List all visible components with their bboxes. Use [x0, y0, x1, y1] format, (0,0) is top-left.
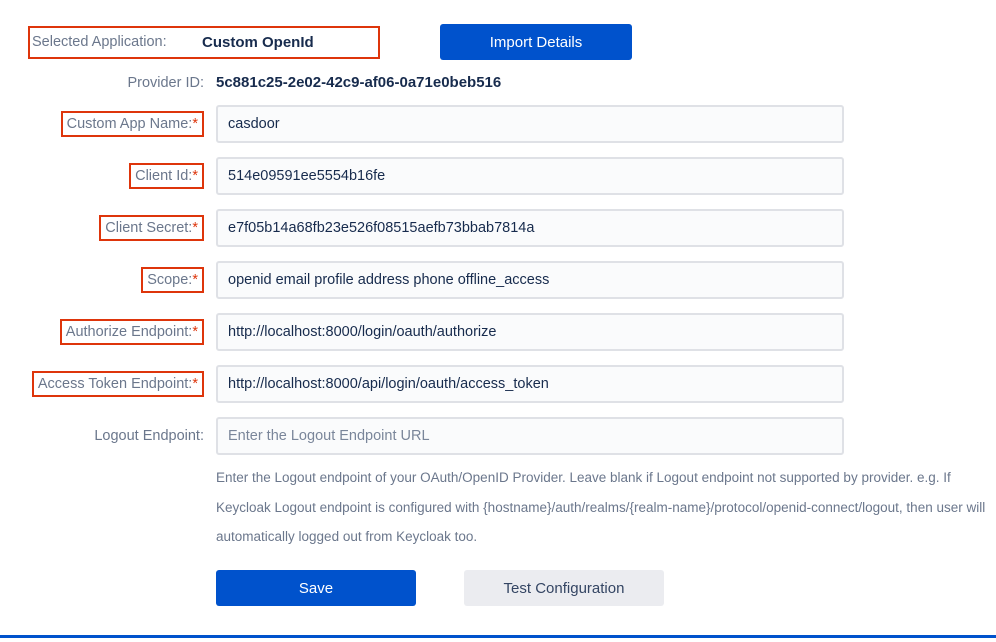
custom-app-name-input[interactable] [216, 105, 844, 143]
authorize-endpoint-label: Authorize Endpoint:* [60, 319, 204, 345]
client-secret-input[interactable] [216, 209, 844, 247]
import-details-button[interactable]: Import Details [440, 24, 632, 60]
client-id-label: Client Id:* [129, 163, 204, 189]
client-id-input[interactable] [216, 157, 844, 195]
save-button[interactable]: Save [216, 570, 416, 606]
client-secret-label: Client Secret:* [99, 215, 204, 241]
logout-endpoint-label: Logout Endpoint: [0, 428, 210, 444]
access-token-endpoint-input[interactable] [216, 365, 844, 403]
selected-application-highlight: Selected Application: Custom OpenId [28, 26, 380, 59]
bottom-accent-line [0, 635, 996, 638]
test-configuration-button[interactable]: Test Configuration [464, 570, 664, 606]
selected-application-value: Custom OpenId [202, 34, 314, 51]
scope-label: Scope:* [141, 267, 204, 293]
authorize-endpoint-input[interactable] [216, 313, 844, 351]
logout-endpoint-helper: Enter the Logout endpoint of your OAuth/… [216, 463, 996, 552]
provider-id-label: Provider ID: [0, 75, 210, 91]
provider-id-value: 5c881c25-2e02-42c9-af06-0a71e0beb516 [216, 74, 501, 91]
custom-app-name-label: Custom App Name:* [61, 111, 204, 137]
selected-application-label: Selected Application: [30, 34, 202, 50]
access-token-endpoint-label: Access Token Endpoint:* [32, 371, 204, 397]
logout-endpoint-input[interactable] [216, 417, 844, 455]
scope-input[interactable] [216, 261, 844, 299]
